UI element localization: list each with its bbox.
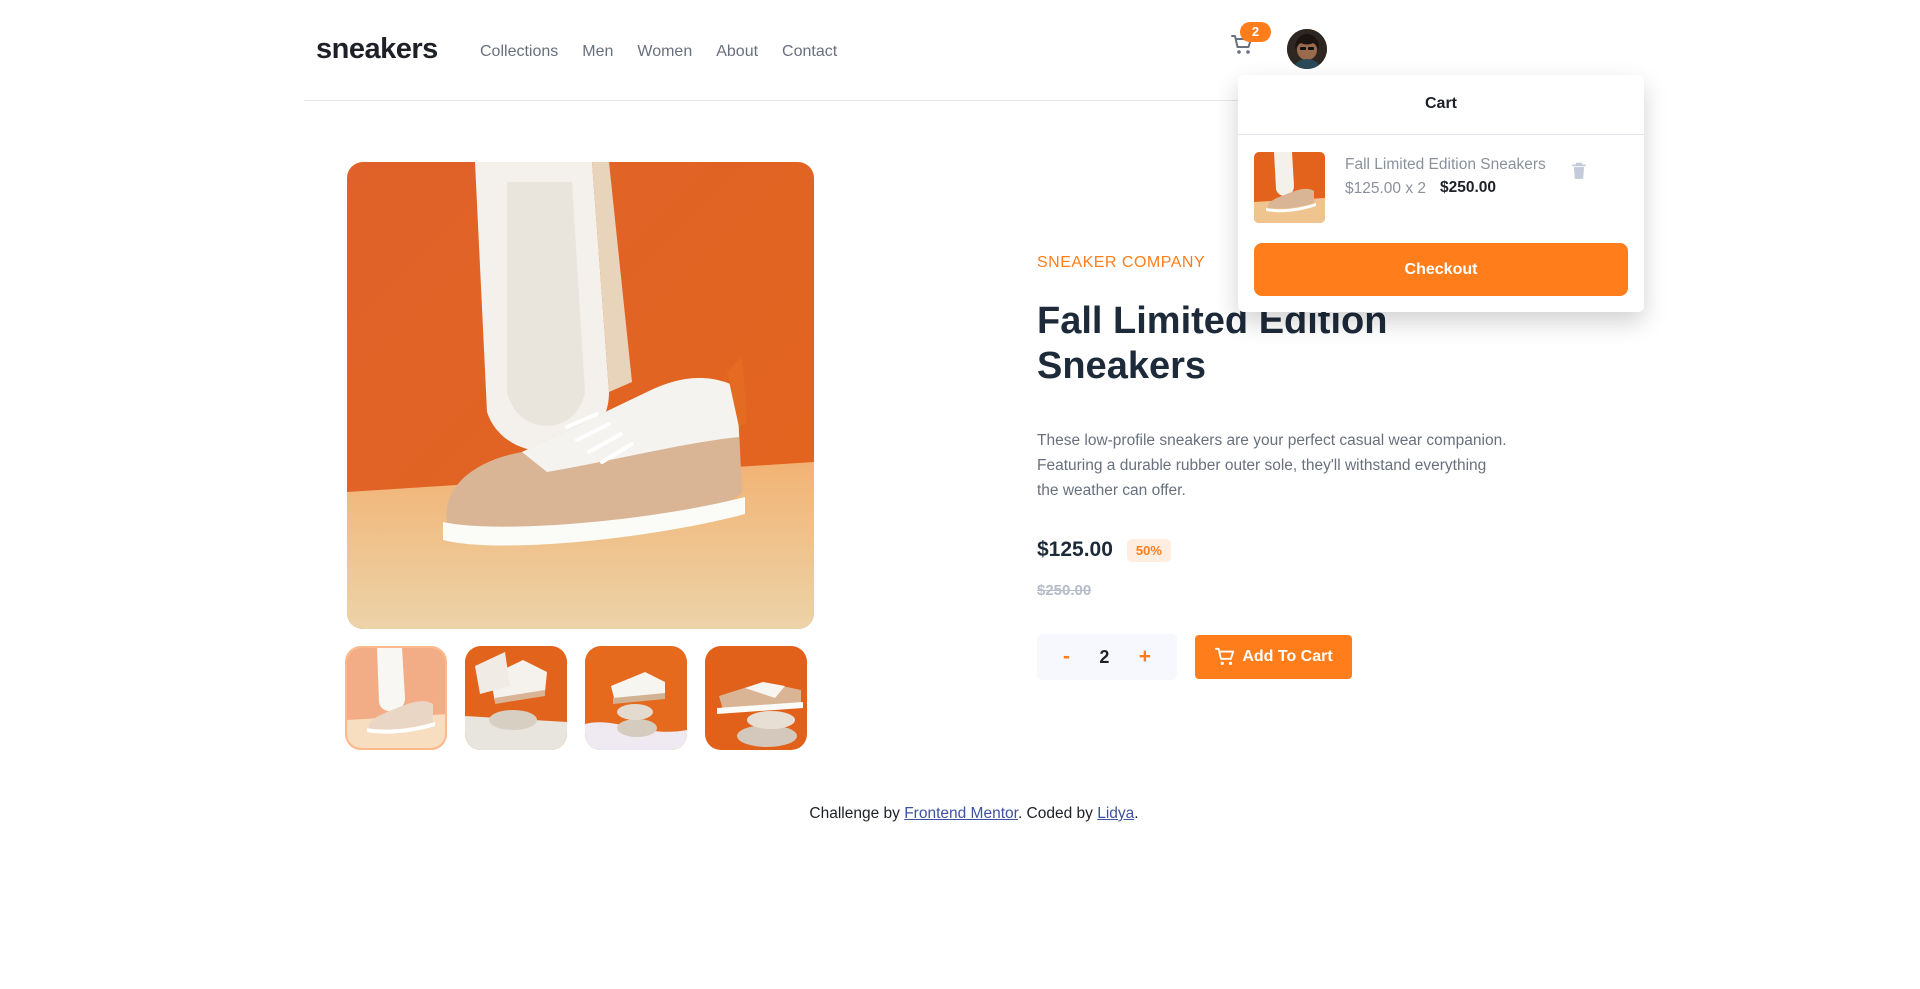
cart-icon [1215, 647, 1235, 665]
user-avatar[interactable] [1287, 29, 1327, 69]
original-price: $250.00 [1037, 582, 1092, 599]
thumbnail-2[interactable] [465, 646, 567, 750]
product-info: SNEAKER COMPANY Fall Limited Edition Sne… [1037, 254, 1517, 680]
footer-suffix: . [1134, 805, 1139, 822]
sneaker-image [347, 162, 814, 629]
cart-item-total: $250.00 [1440, 179, 1497, 196]
add-to-cart-label: Add To Cart [1242, 648, 1333, 665]
nav-women[interactable]: Women [637, 43, 692, 61]
cart-item-unit-line: $125.00 x 2 [1345, 180, 1427, 197]
thumbnail-image-1 [347, 648, 445, 748]
logo[interactable]: sneakers [316, 33, 438, 66]
cart-item: Fall Limited Edition Sneakers $125.00 x … [1254, 152, 1628, 224]
product-title-line2: Sneakers [1037, 345, 1207, 387]
nav-collections[interactable]: Collections [480, 43, 558, 61]
product-main-image[interactable] [347, 162, 814, 629]
quantity-stepper: - 2 + [1037, 634, 1177, 680]
increase-quantity-button[interactable]: + [1139, 645, 1151, 669]
cart-item-name: Fall Limited Edition Sneakers [1345, 156, 1546, 173]
thumbnail-image-2 [465, 646, 567, 750]
thumbnail-3[interactable] [585, 646, 687, 750]
main-nav: Collections Men Women About Contact [480, 43, 837, 61]
footer-middle: . Coded by [1017, 805, 1098, 822]
frontend-mentor-link[interactable]: Frontend Mentor [904, 805, 1018, 822]
cart-item-image [1254, 152, 1325, 223]
discount-badge: 50% [1126, 538, 1171, 562]
nav-contact[interactable]: Contact [782, 43, 837, 61]
cart-count-badge: 2 [1240, 22, 1271, 42]
avatar-image [1287, 29, 1327, 69]
cart-title: Cart [1238, 75, 1644, 135]
decrease-quantity-button[interactable]: - [1063, 645, 1070, 669]
current-price: $125.00 [1037, 538, 1113, 561]
price-row: $125.00 50% [1037, 538, 1517, 562]
cart-dropdown: Cart Fall Limited Edition Sneakers $125.… [1238, 75, 1644, 312]
author-link[interactable]: Lidya [1097, 805, 1134, 822]
thumbnail-image-3 [585, 646, 687, 750]
nav-about[interactable]: About [716, 43, 758, 61]
thumbnail-1[interactable] [345, 646, 447, 750]
add-to-cart-button[interactable]: Add To Cart [1195, 635, 1352, 679]
quantity-value: 2 [1099, 646, 1110, 667]
product-description: These low-profile sneakers are your perf… [1037, 432, 1507, 499]
thumbnail-image-4 [705, 646, 807, 750]
checkout-button[interactable]: Checkout [1254, 243, 1628, 296]
trash-icon[interactable] [1571, 162, 1587, 180]
attribution-footer: Challenge by Frontend Mentor. Coded by L… [0, 805, 1920, 823]
thumbnail-4[interactable] [705, 646, 807, 750]
thumbnail-strip [345, 646, 807, 750]
product-title: Fall Limited Edition Sneakers [1037, 299, 1517, 389]
nav-men[interactable]: Men [582, 43, 613, 61]
footer-prefix: Challenge by [809, 805, 905, 822]
purchase-controls: - 2 + Add To Cart [1037, 634, 1517, 680]
cart-item-thumbnail [1254, 152, 1325, 223]
